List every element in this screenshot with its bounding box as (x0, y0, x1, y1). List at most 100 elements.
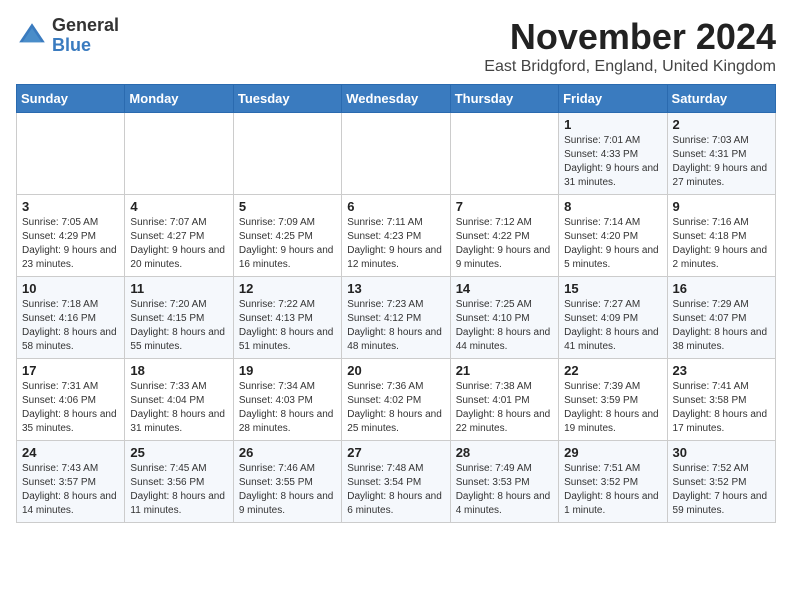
day-number: 2 (673, 117, 770, 132)
calendar-cell: 13Sunrise: 7:23 AM Sunset: 4:12 PM Dayli… (342, 277, 450, 359)
day-info: Sunrise: 7:12 AM Sunset: 4:22 PM Dayligh… (456, 216, 553, 272)
calendar-cell (233, 113, 341, 195)
calendar-cell: 7Sunrise: 7:12 AM Sunset: 4:22 PM Daylig… (450, 195, 558, 277)
calendar-header: SundayMondayTuesdayWednesdayThursdayFrid… (17, 85, 776, 113)
calendar-week-1: 1 Sunrise: 7:01 AM Sunset: 4:33 PM Daylig… (17, 113, 776, 195)
day-number: 28 (456, 445, 553, 460)
day-header-saturday: Saturday (667, 85, 775, 113)
day-info: Sunrise: 7:01 AM Sunset: 4:33 PM Dayligh… (564, 134, 661, 190)
calendar-cell: 4 Sunrise: 7:07 AM Sunset: 4:27 PM Daylig… (125, 195, 233, 277)
calendar-cell (342, 113, 450, 195)
day-info: Sunrise: 7:33 AM Sunset: 4:04 PM Dayligh… (130, 380, 227, 436)
day-info: Sunrise: 7:43 AM Sunset: 3:57 PM Dayligh… (22, 462, 119, 518)
day-number: 22 (564, 363, 661, 378)
day-info: Sunrise: 7:23 AM Sunset: 4:12 PM Dayligh… (347, 298, 444, 354)
day-number: 15 (564, 281, 661, 296)
day-number: 26 (239, 445, 336, 460)
calendar-cell: 19 Sunrise: 7:34 AM Sunset: 4:03 PM Dayli… (233, 359, 341, 441)
calendar-cell: 30Sunrise: 7:52 AM Sunset: 3:52 PM Dayli… (667, 441, 775, 523)
day-info: Sunrise: 7:07 AM Sunset: 4:27 PM Dayligh… (130, 216, 227, 272)
day-info: Sunrise: 7:29 AM Sunset: 4:07 PM Dayligh… (673, 298, 770, 354)
day-info: Sunrise: 7:46 AM Sunset: 3:55 PM Dayligh… (239, 462, 336, 518)
calendar-cell: 20 Sunrise: 7:36 AM Sunset: 4:02 PM Dayli… (342, 359, 450, 441)
logo: General Blue (16, 16, 119, 56)
day-number: 9 (673, 199, 770, 214)
page-header: General Blue November 2024 East Bridgfor… (16, 16, 776, 76)
day-header-wednesday: Wednesday (342, 85, 450, 113)
day-header-sunday: Sunday (17, 85, 125, 113)
day-number: 8 (564, 199, 661, 214)
day-info: Sunrise: 7:41 AM Sunset: 3:58 PM Dayligh… (673, 380, 770, 436)
calendar-cell: 11Sunrise: 7:20 AM Sunset: 4:15 PM Dayli… (125, 277, 233, 359)
logo-text: General Blue (52, 16, 119, 56)
calendar-cell: 15 Sunrise: 7:27 AM Sunset: 4:09 PM Dayli… (559, 277, 667, 359)
day-number: 25 (130, 445, 227, 460)
calendar-cell: 3 Sunrise: 7:05 AM Sunset: 4:29 PM Daylig… (17, 195, 125, 277)
day-info: Sunrise: 7:05 AM Sunset: 4:29 PM Dayligh… (22, 216, 119, 272)
calendar-cell: 14 Sunrise: 7:25 AM Sunset: 4:10 PM Dayli… (450, 277, 558, 359)
calendar-cell: 5 Sunrise: 7:09 AM Sunset: 4:25 PM Daylig… (233, 195, 341, 277)
calendar-week-5: 24Sunrise: 7:43 AM Sunset: 3:57 PM Dayli… (17, 441, 776, 523)
day-info: Sunrise: 7:27 AM Sunset: 4:09 PM Dayligh… (564, 298, 661, 354)
day-number: 12 (239, 281, 336, 296)
calendar-cell: 16 Sunrise: 7:29 AM Sunset: 4:07 PM Dayli… (667, 277, 775, 359)
day-info: Sunrise: 7:36 AM Sunset: 4:02 PM Dayligh… (347, 380, 444, 436)
calendar-cell: 27Sunrise: 7:48 AM Sunset: 3:54 PM Dayli… (342, 441, 450, 523)
calendar-cell: 21Sunrise: 7:38 AM Sunset: 4:01 PM Dayli… (450, 359, 558, 441)
calendar-cell: 25 Sunrise: 7:45 AM Sunset: 3:56 PM Dayli… (125, 441, 233, 523)
day-header-friday: Friday (559, 85, 667, 113)
title-area: November 2024 East Bridgford, England, U… (484, 16, 776, 76)
calendar-cell: 18Sunrise: 7:33 AM Sunset: 4:04 PM Dayli… (125, 359, 233, 441)
calendar-cell: 1 Sunrise: 7:01 AM Sunset: 4:33 PM Daylig… (559, 113, 667, 195)
day-header-monday: Monday (125, 85, 233, 113)
day-header-thursday: Thursday (450, 85, 558, 113)
day-info: Sunrise: 7:22 AM Sunset: 4:13 PM Dayligh… (239, 298, 336, 354)
calendar-cell: 8 Sunrise: 7:14 AM Sunset: 4:20 PM Daylig… (559, 195, 667, 277)
calendar-cell: 2 Sunrise: 7:03 AM Sunset: 4:31 PM Daylig… (667, 113, 775, 195)
day-number: 17 (22, 363, 119, 378)
day-info: Sunrise: 7:52 AM Sunset: 3:52 PM Dayligh… (673, 462, 770, 518)
day-info: Sunrise: 7:03 AM Sunset: 4:31 PM Dayligh… (673, 134, 770, 190)
logo-icon (16, 20, 48, 52)
calendar-cell: 29 Sunrise: 7:51 AM Sunset: 3:52 PM Dayli… (559, 441, 667, 523)
day-info: Sunrise: 7:16 AM Sunset: 4:18 PM Dayligh… (673, 216, 770, 272)
day-number: 5 (239, 199, 336, 214)
day-number: 27 (347, 445, 444, 460)
calendar-cell: 22Sunrise: 7:39 AM Sunset: 3:59 PM Dayli… (559, 359, 667, 441)
location-title: East Bridgford, England, United Kingdom (484, 58, 776, 76)
day-info: Sunrise: 7:09 AM Sunset: 4:25 PM Dayligh… (239, 216, 336, 272)
day-number: 16 (673, 281, 770, 296)
day-number: 1 (564, 117, 661, 132)
day-info: Sunrise: 7:25 AM Sunset: 4:10 PM Dayligh… (456, 298, 553, 354)
day-number: 11 (130, 281, 227, 296)
calendar-table: SundayMondayTuesdayWednesdayThursdayFrid… (16, 84, 776, 523)
calendar-cell: 28 Sunrise: 7:49 AM Sunset: 3:53 PM Dayli… (450, 441, 558, 523)
day-info: Sunrise: 7:34 AM Sunset: 4:03 PM Dayligh… (239, 380, 336, 436)
day-info: Sunrise: 7:38 AM Sunset: 4:01 PM Dayligh… (456, 380, 553, 436)
calendar-body: 1 Sunrise: 7:01 AM Sunset: 4:33 PM Daylig… (17, 113, 776, 523)
day-info: Sunrise: 7:49 AM Sunset: 3:53 PM Dayligh… (456, 462, 553, 518)
calendar-cell: 6Sunrise: 7:11 AM Sunset: 4:23 PM Daylig… (342, 195, 450, 277)
logo-general-text: General (52, 16, 119, 36)
calendar-cell: 12 Sunrise: 7:22 AM Sunset: 4:13 PM Dayli… (233, 277, 341, 359)
day-info: Sunrise: 7:14 AM Sunset: 4:20 PM Dayligh… (564, 216, 661, 272)
calendar-week-4: 17 Sunrise: 7:31 AM Sunset: 4:06 PM Dayli… (17, 359, 776, 441)
day-number: 20 (347, 363, 444, 378)
logo-blue-text: Blue (52, 36, 119, 56)
day-info: Sunrise: 7:31 AM Sunset: 4:06 PM Dayligh… (22, 380, 119, 436)
day-number: 4 (130, 199, 227, 214)
calendar-cell: 24Sunrise: 7:43 AM Sunset: 3:57 PM Dayli… (17, 441, 125, 523)
day-number: 29 (564, 445, 661, 460)
calendar-cell: 17 Sunrise: 7:31 AM Sunset: 4:06 PM Dayli… (17, 359, 125, 441)
day-number: 10 (22, 281, 119, 296)
day-info: Sunrise: 7:18 AM Sunset: 4:16 PM Dayligh… (22, 298, 119, 354)
calendar-cell: 10 Sunrise: 7:18 AM Sunset: 4:16 PM Dayli… (17, 277, 125, 359)
day-info: Sunrise: 7:45 AM Sunset: 3:56 PM Dayligh… (130, 462, 227, 518)
day-number: 3 (22, 199, 119, 214)
calendar-cell (450, 113, 558, 195)
day-number: 14 (456, 281, 553, 296)
day-number: 6 (347, 199, 444, 214)
day-number: 19 (239, 363, 336, 378)
day-info: Sunrise: 7:51 AM Sunset: 3:52 PM Dayligh… (564, 462, 661, 518)
day-number: 23 (673, 363, 770, 378)
